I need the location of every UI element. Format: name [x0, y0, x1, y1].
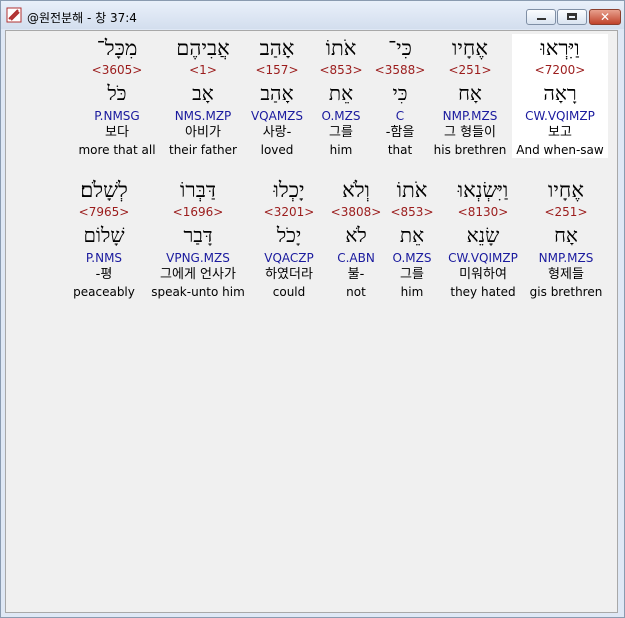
maximize-button[interactable] — [557, 9, 587, 25]
english-gloss: more that all — [78, 143, 156, 157]
korean-gloss: 그에게 언사가 — [160, 267, 236, 282]
english-gloss: speak-unto him — [151, 285, 245, 299]
morphology-code: VPNG.MZS — [166, 251, 230, 265]
korean-gloss: -평 — [95, 267, 113, 282]
english-gloss: gis brethren — [529, 285, 603, 299]
morphology-code: NMP.MZS — [538, 251, 594, 265]
lexical-form: כֹּל — [107, 81, 127, 105]
window-title: @원전분해 - 창 37:4 — [27, 11, 137, 25]
lexical-form: דָּבַר — [183, 223, 213, 247]
korean-gloss: 형제들 — [548, 267, 584, 282]
app-window: @원전분해 - 창 37:4 ✕ מִכָּל־ <3605> כֹּל P.N… — [0, 0, 625, 618]
hebrew-word: דַּבְּרוֹ — [180, 178, 216, 202]
strong-number: <1696> — [172, 205, 224, 219]
word-card-selected[interactable]: וַיִּרְאוּ <7200> רָאָה CW.VQIMZP 보고 And… — [512, 34, 608, 158]
lexical-form: אָח — [458, 81, 482, 105]
strong-number: <7965> — [78, 205, 130, 219]
lexical-form: שָׁלוֹם — [83, 223, 125, 247]
morphology-code: P.NMSG — [94, 109, 140, 123]
korean-gloss: 보다 — [105, 125, 129, 140]
morphology-code: CW.VQIMZP — [448, 251, 518, 265]
hebrew-word: לְשָׁלֹם׃ — [80, 178, 128, 202]
korean-gloss: 미워하여 — [459, 267, 507, 282]
analysis-panel: מִכָּל־ <3605> כֹּל P.NMSG 보다 more that … — [5, 30, 618, 613]
morphology-code: NMP.MZS — [442, 109, 498, 123]
word-card[interactable]: וַיִּשְׂנְאוּ <8130> שָׂנֵא CW.VQIMZP 미워… — [435, 176, 531, 300]
english-gloss: peaceably — [73, 285, 135, 299]
strong-number: <8130> — [457, 205, 509, 219]
close-button[interactable]: ✕ — [589, 9, 621, 25]
lexical-form: רָאָה — [543, 81, 577, 105]
strong-number: <3605> — [91, 63, 143, 77]
maximize-icon — [567, 13, 577, 20]
word-card[interactable]: דַּבְּרוֹ <1696> דָּבַר VPNG.MZS 그에게 언사가… — [150, 176, 246, 300]
hebrew-word: וַיִּשְׂנְאוּ — [457, 178, 509, 202]
strong-number: <251> — [448, 63, 492, 77]
korean-gloss: 그 형들이 — [444, 125, 496, 140]
hebrew-word: מִכָּל־ — [96, 36, 138, 60]
strong-number: <251> — [544, 205, 588, 219]
word-card[interactable]: לְשָׁלֹם׃ <7965> שָׁלוֹם P.NMS -평 peacea… — [56, 176, 152, 300]
lexical-form: אָח — [554, 223, 578, 247]
word-card[interactable]: אֶחָיו <251> אָח NMP.MZS 형제들 gis brethre… — [518, 176, 614, 300]
lexical-form: שָׂנֵא — [466, 223, 500, 247]
word-card[interactable]: אֶחָיו <251> אָח NMP.MZS 그 형들이 his breth… — [422, 34, 518, 158]
minimize-icon — [537, 18, 546, 20]
english-gloss: his brethren — [433, 143, 507, 157]
english-gloss: And when-saw — [516, 143, 604, 157]
app-icon — [6, 7, 22, 23]
hebrew-word: אֶחָיו — [452, 36, 488, 60]
hebrew-word: אֶחָיו — [548, 178, 584, 202]
close-icon: ✕ — [599, 10, 611, 24]
strong-number: <7200> — [534, 63, 586, 77]
morphology-code: CW.VQIMZP — [525, 109, 595, 123]
english-gloss: they hated — [450, 285, 516, 299]
minimize-button[interactable] — [526, 9, 556, 25]
korean-gloss: 보고 — [548, 125, 572, 140]
title-bar[interactable]: @원전분해 - 창 37:4 ✕ — [1, 1, 624, 29]
morphology-code: P.NMS — [85, 251, 123, 265]
word-card[interactable]: מִכָּל־ <3605> כֹּל P.NMSG 보다 more that … — [69, 34, 165, 158]
hebrew-word: וַיִּרְאוּ — [540, 36, 580, 60]
